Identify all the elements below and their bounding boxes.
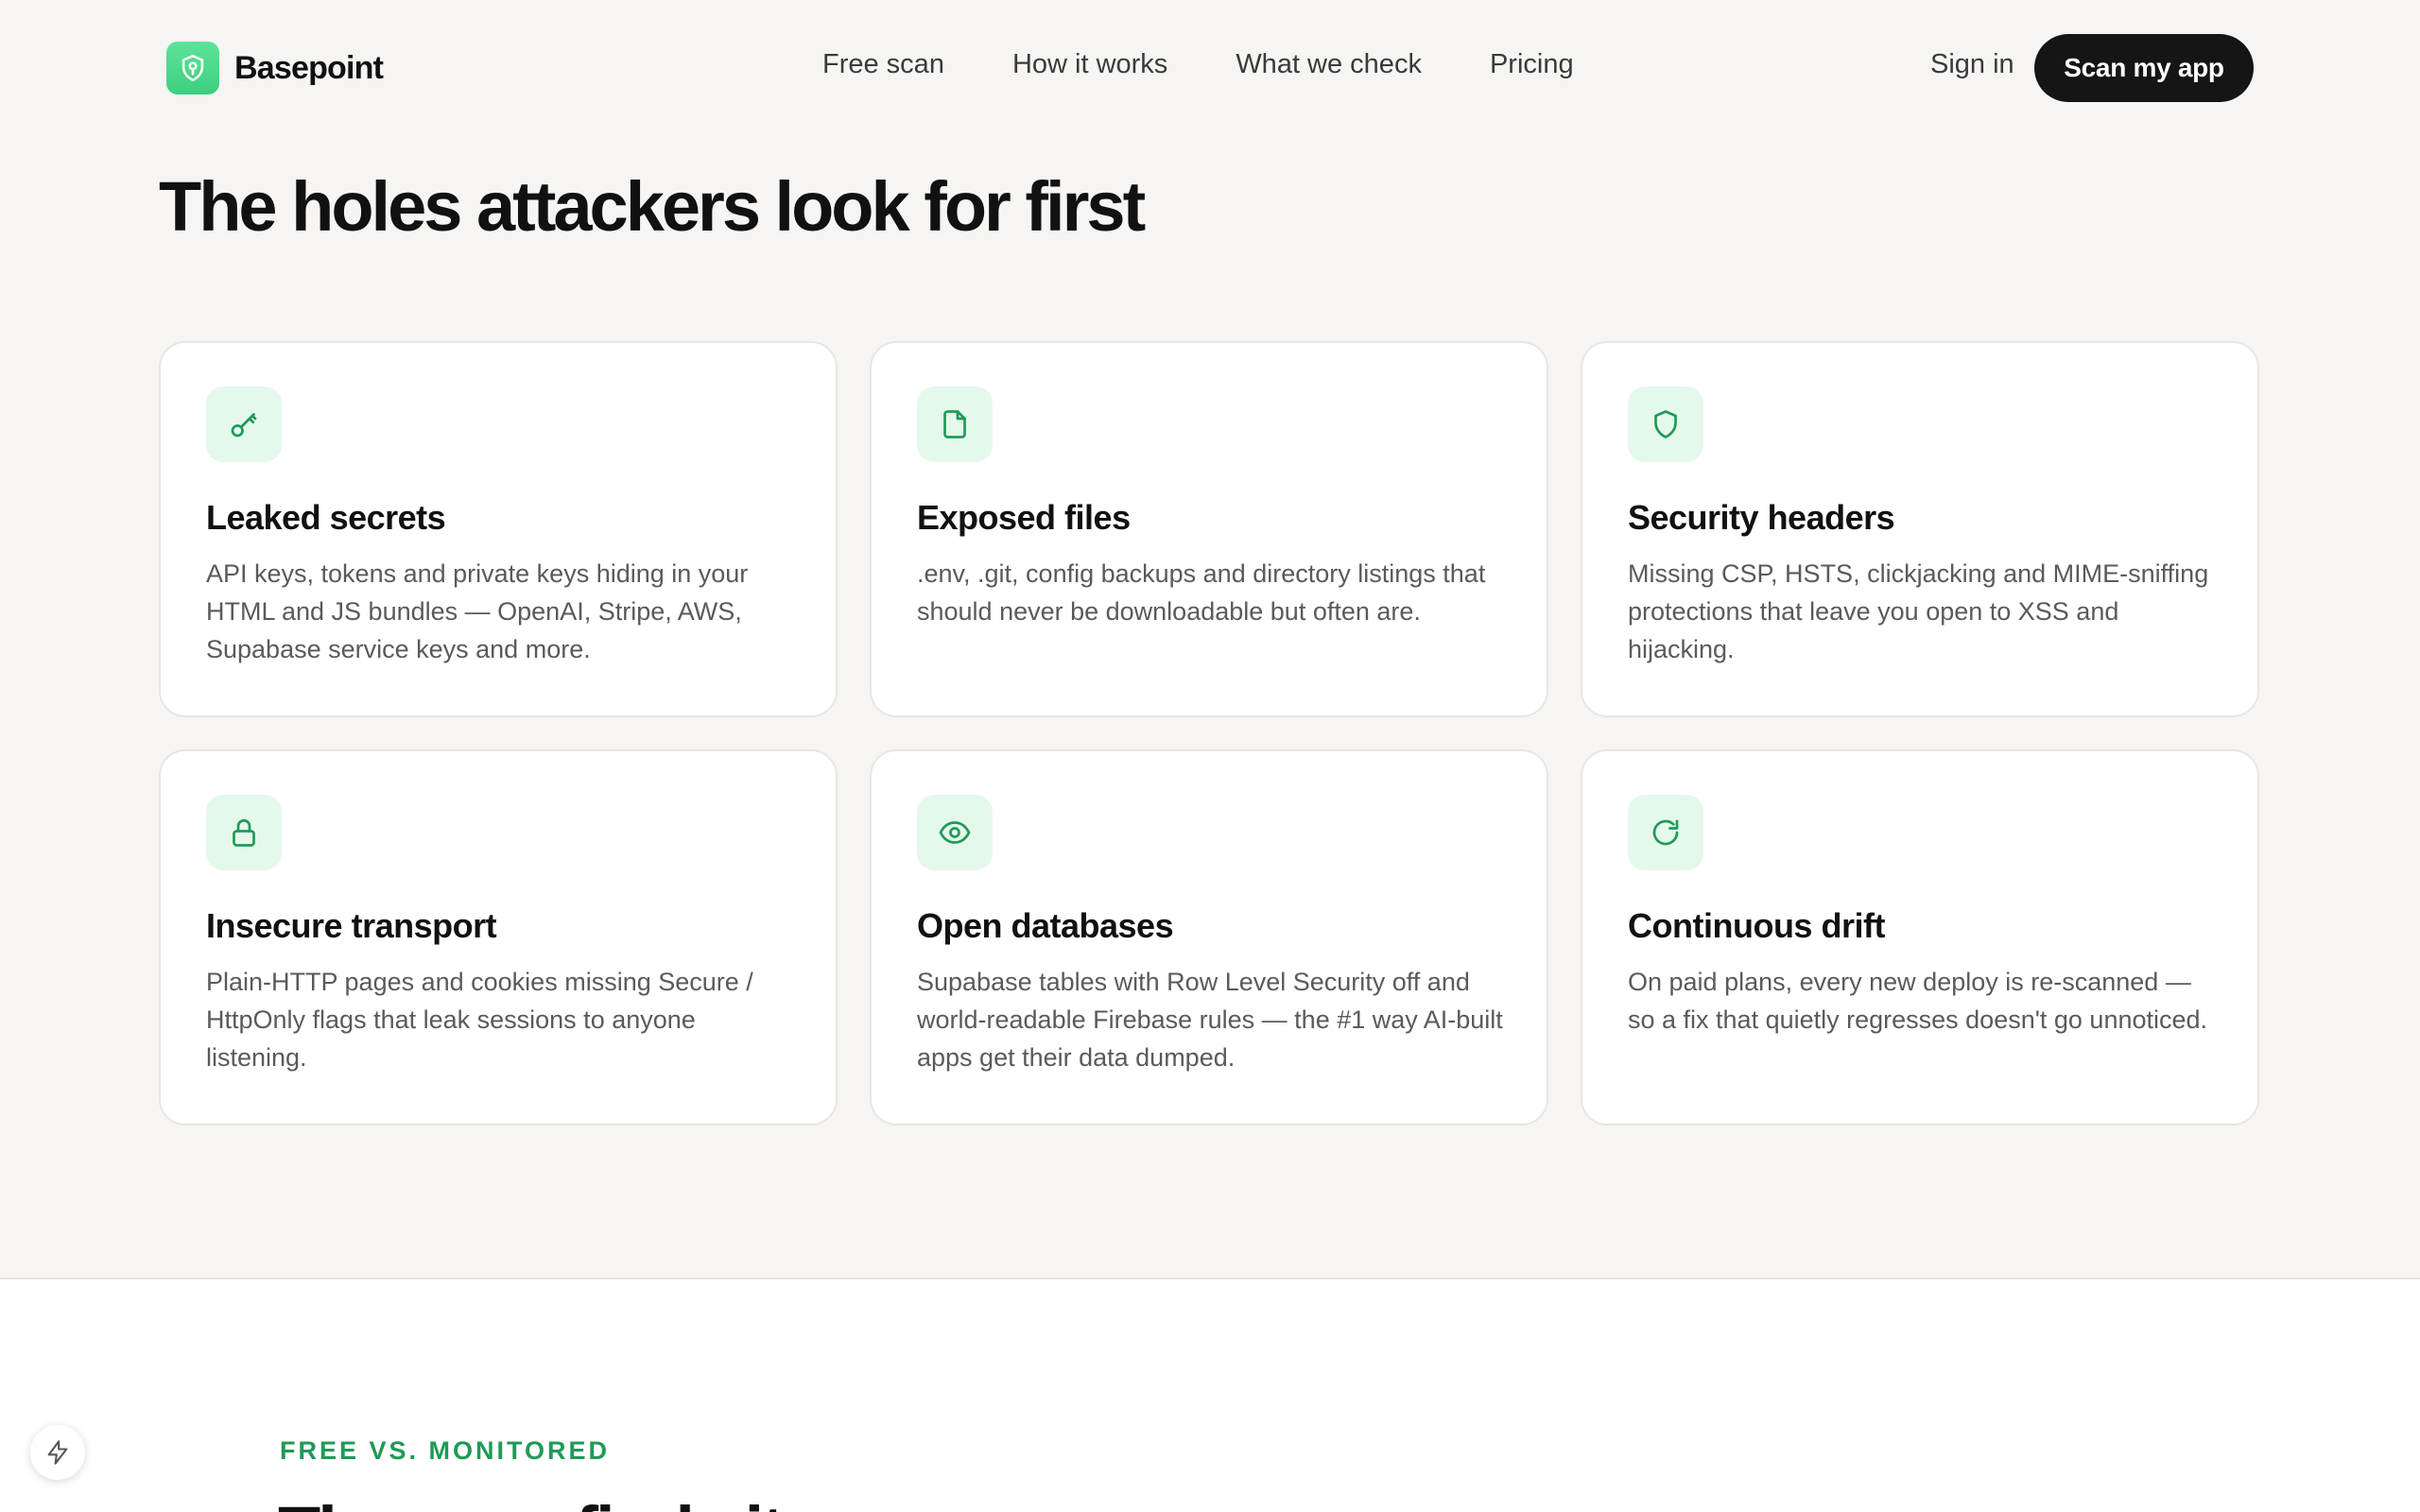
card-title: Continuous drift	[1628, 906, 1885, 945]
section-heading: The scan finds it	[278, 1491, 785, 1512]
nav-free-scan[interactable]: Free scan	[822, 49, 944, 80]
card-title: Exposed files	[917, 498, 1131, 537]
card-leaked-secrets: Leaked secrets API keys, tokens and priv…	[159, 341, 838, 717]
card-insecure-transport: Insecure transport Plain-HTTP pages and …	[159, 749, 838, 1125]
card-title: Open databases	[917, 906, 1174, 945]
key-icon	[206, 387, 282, 462]
card-exposed-files: Exposed files .env, .git, config backups…	[870, 341, 1548, 717]
refresh-icon	[1628, 795, 1703, 870]
site-header: Basepoint Free scan How it works What we…	[0, 0, 2420, 137]
card-title: Security headers	[1628, 498, 1895, 537]
checks-grid: Leaked secrets API keys, tokens and priv…	[159, 341, 2261, 1125]
nav-what-we-check[interactable]: What we check	[1236, 49, 1422, 80]
card-description: .env, .git, config backups and directory…	[917, 559, 1486, 626]
card-open-databases: Open databases Supabase tables with Row …	[870, 749, 1548, 1125]
brand-name: Basepoint	[234, 49, 384, 86]
card-description: Supabase tables with Row Level Security …	[917, 968, 1503, 1072]
nav-pricing[interactable]: Pricing	[1490, 49, 1574, 80]
card-continuous-drift: Continuous drift On paid plans, every ne…	[1581, 749, 2259, 1125]
main-nav: Free scan How it works What we check Pri…	[822, 49, 1642, 80]
card-description: Plain-HTTP pages and cookies missing Sec…	[206, 968, 753, 1072]
brand-logo[interactable]: Basepoint	[166, 42, 384, 94]
shield-icon	[1628, 387, 1703, 462]
scan-my-app-button[interactable]: Scan my app	[2034, 34, 2254, 102]
lock-icon	[206, 795, 282, 870]
logo-mark-icon	[166, 42, 219, 94]
card-description: API keys, tokens and private keys hiding…	[206, 559, 749, 663]
pricing-comparison-section: FREE VS. MONITORED The scan finds it	[0, 1278, 2420, 1512]
card-description: On paid plans, every new deploy is re-sc…	[1628, 968, 2208, 1034]
section-eyebrow: FREE VS. MONITORED	[280, 1436, 611, 1465]
card-security-headers: Security headers Missing CSP, HSTS, clic…	[1581, 341, 2259, 717]
card-description: Missing CSP, HSTS, clickjacking and MIME…	[1628, 559, 2209, 663]
sign-in-link[interactable]: Sign in	[1930, 49, 2014, 80]
file-icon	[917, 387, 993, 462]
nav-how-it-works[interactable]: How it works	[1012, 49, 1167, 80]
card-title: Insecure transport	[206, 906, 497, 945]
eye-icon	[917, 795, 993, 870]
bolt-button[interactable]	[30, 1425, 85, 1480]
bolt-icon	[47, 1440, 68, 1465]
card-title: Leaked secrets	[206, 498, 446, 537]
section-title: The holes attackers look for first	[159, 167, 1146, 246]
